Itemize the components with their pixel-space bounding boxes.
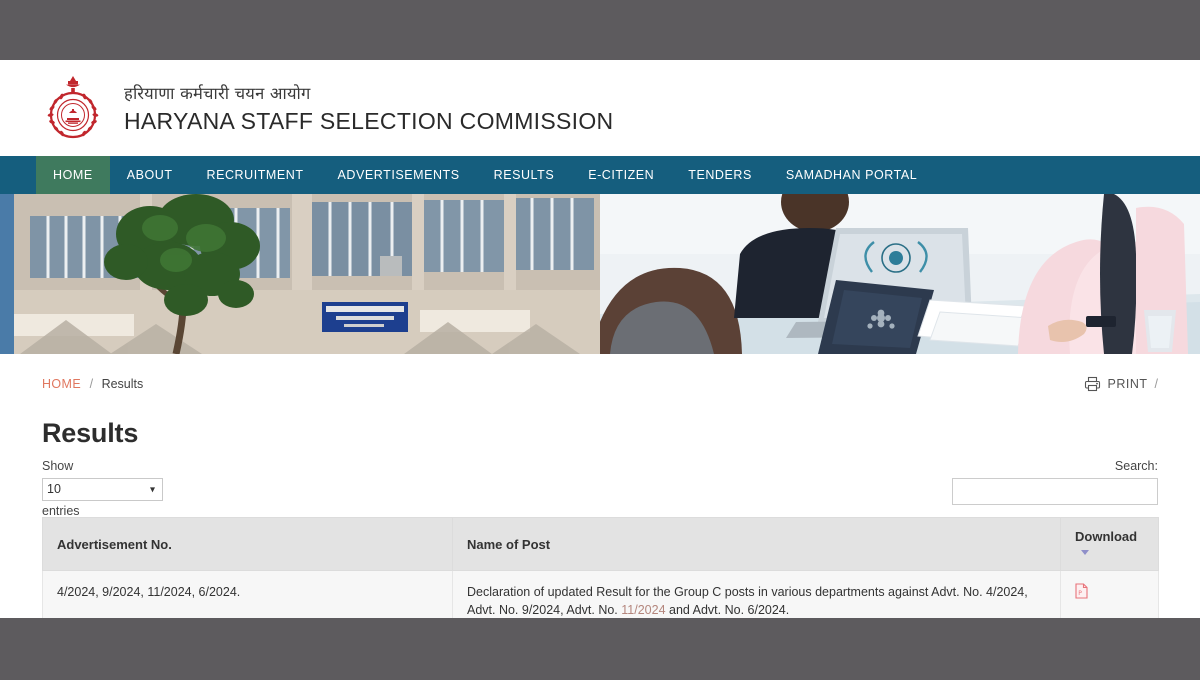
cell-download[interactable]: P bbox=[1060, 570, 1159, 618]
nav-item-home[interactable]: HOME bbox=[36, 156, 110, 194]
print-control[interactable]: PRINT / bbox=[1084, 376, 1158, 392]
table-row[interactable]: 4/2024, 9/2024, 11/2024, 6/2024. Declara… bbox=[42, 570, 1159, 618]
cell-name-of-post: Declaration of updated Result for the Gr… bbox=[452, 570, 1061, 618]
nav-item-e-citizen[interactable]: E-CITIZEN bbox=[571, 156, 671, 194]
nav-item-results[interactable]: RESULTS bbox=[477, 156, 572, 194]
nav-item-about[interactable]: ABOUT bbox=[110, 156, 190, 194]
show-label: Show bbox=[42, 459, 74, 473]
screenshot-root: हरियाणा कर्मचारी चयन आयोग HARYANA STAFF … bbox=[0, 0, 1200, 680]
page-length-value: 10 bbox=[47, 482, 61, 496]
website-viewport: हरियाणा कर्मचारी चयन आयोग HARYANA STAFF … bbox=[0, 60, 1200, 618]
page-length-control: Show 10 ▾ entries bbox=[42, 459, 163, 519]
breadcrumb-row: HOME / Results PRINT / bbox=[42, 354, 1158, 392]
table-controls: Show 10 ▾ entries Search: bbox=[42, 459, 1158, 518]
nav-item-samadhan-portal[interactable]: SAMADHAN PORTAL bbox=[769, 156, 934, 194]
breadcrumb-current: Results bbox=[101, 377, 144, 391]
column-label-name-of-post: Name of Post bbox=[467, 536, 551, 552]
column-label-advertisement-no: Advertisement No. bbox=[57, 536, 172, 552]
pdf-file-icon[interactable]: P bbox=[1075, 583, 1088, 602]
main-navigation: HOME ABOUT RECRUITMENT ADVERTISEMENTS RE… bbox=[0, 156, 1200, 194]
search-label: Search: bbox=[1114, 459, 1158, 473]
sort-descending-arrow-icon[interactable] bbox=[1081, 550, 1089, 556]
site-masthead: हरियाणा कर्मचारी चयन आयोग HARYANA STAFF … bbox=[0, 60, 1200, 156]
page-length-select[interactable]: 10 ▾ bbox=[42, 478, 163, 501]
breadcrumb-home-link[interactable]: HOME bbox=[42, 377, 81, 391]
cell-advertisement-no: 4/2024, 9/2024, 11/2024, 6/2024. bbox=[42, 570, 453, 618]
print-trailing-separator: / bbox=[1154, 377, 1158, 391]
page-title: Results bbox=[42, 418, 139, 448]
breadcrumb-separator: / bbox=[89, 377, 94, 391]
page-content: HOME / Results PRINT / Results Show 10 ▾… bbox=[0, 354, 1200, 618]
browser-chrome-bottom bbox=[0, 618, 1200, 680]
banner-image-building bbox=[0, 194, 600, 354]
printer-icon bbox=[1084, 376, 1101, 392]
column-header-name-of-post[interactable]: Name of Post bbox=[452, 517, 1061, 571]
nav-item-advertisements[interactable]: ADVERTISEMENTS bbox=[321, 156, 477, 194]
breadcrumb: HOME / Results bbox=[42, 377, 143, 391]
nav-item-tenders[interactable]: TENDERS bbox=[671, 156, 769, 194]
results-table-body: 4/2024, 9/2024, 11/2024, 6/2024. Declara… bbox=[42, 570, 1159, 618]
results-table: Advertisement No. Name of Post Download bbox=[42, 517, 1159, 618]
post-text-highlight: 11/2024 bbox=[621, 603, 666, 617]
chevron-down-icon: ▾ bbox=[149, 484, 155, 495]
search-control: Search: bbox=[952, 459, 1158, 505]
column-header-advertisement-no[interactable]: Advertisement No. bbox=[42, 517, 453, 571]
results-table-head: Advertisement No. Name of Post Download bbox=[42, 517, 1159, 571]
search-input[interactable] bbox=[952, 478, 1158, 505]
post-text-part-2: and Advt. No. 6/2024. bbox=[665, 603, 790, 617]
table-header-row: Advertisement No. Name of Post Download bbox=[42, 517, 1159, 571]
nav-item-recruitment[interactable]: RECRUITMENT bbox=[190, 156, 321, 194]
hssc-emblem-icon bbox=[42, 72, 104, 144]
site-title-hindi: हरियाणा कर्मचारी चयन आयोग bbox=[124, 84, 311, 103]
entries-label: entries bbox=[42, 504, 80, 518]
banner-image-interview bbox=[600, 194, 1200, 354]
browser-chrome-top bbox=[0, 0, 1200, 60]
svg-text:P: P bbox=[1078, 590, 1082, 597]
column-header-download[interactable]: Download bbox=[1060, 517, 1159, 571]
hero-banner bbox=[0, 194, 1200, 354]
column-label-download: Download bbox=[1075, 529, 1138, 544]
site-title-english: HARYANA STAFF SELECTION COMMISSION bbox=[124, 108, 614, 134]
print-label[interactable]: PRINT bbox=[1108, 377, 1148, 391]
